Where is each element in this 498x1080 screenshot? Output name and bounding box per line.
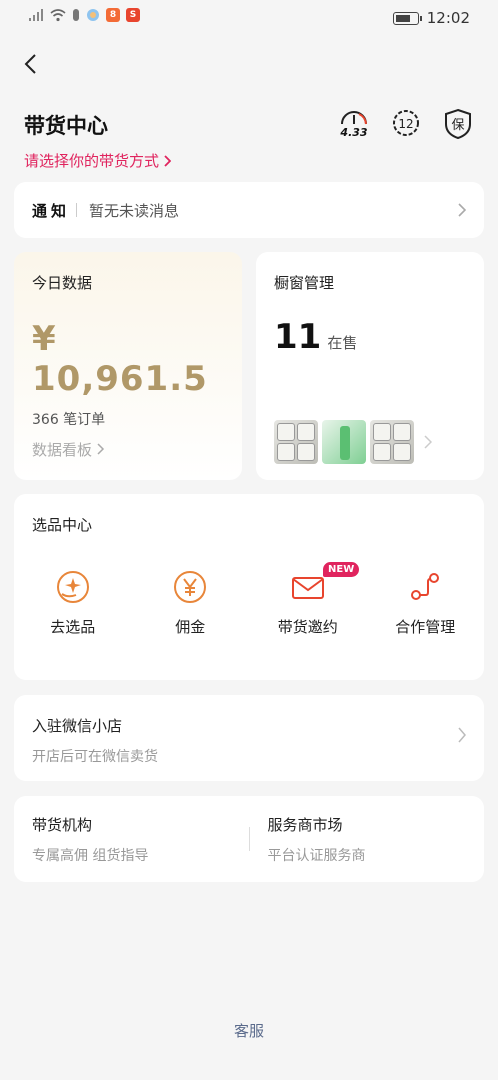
showcase-title: 橱窗管理 bbox=[274, 274, 335, 292]
product-thumbnail[interactable] bbox=[322, 420, 366, 464]
commission-label: 佣金 bbox=[175, 618, 206, 636]
back-button[interactable] bbox=[16, 50, 44, 78]
app-notification-icon-2: S bbox=[126, 8, 140, 22]
chevron-right-icon bbox=[424, 435, 432, 449]
choose-method-label: 请选择你的带货方式 bbox=[24, 152, 160, 170]
chevron-left-icon bbox=[24, 54, 36, 74]
wechat-store-title: 入驻微信小店 bbox=[32, 717, 123, 735]
page-title: 带货中心 bbox=[24, 114, 108, 138]
today-orders: 366 笔订单 bbox=[32, 412, 106, 428]
signal-icon bbox=[29, 9, 43, 21]
score-value: 4.33 bbox=[340, 126, 368, 139]
wechat-store-card[interactable]: 入驻微信小店 开店后可在微信卖货 bbox=[14, 695, 484, 781]
selection-tools: 去选品 佣金 NEW 带货邀约 合作管理 bbox=[14, 562, 485, 637]
speedometer-icon bbox=[341, 111, 367, 125]
chevron-right-icon bbox=[97, 443, 104, 455]
invitation-label: 带货邀约 bbox=[277, 618, 338, 636]
cooperation-management-button[interactable]: 合作管理 bbox=[367, 570, 485, 637]
agency-subtitle: 专属高佣 组货指导 bbox=[32, 847, 149, 864]
select-products-label: 去选品 bbox=[50, 618, 96, 636]
on-sale-count: 11 在售 bbox=[274, 317, 466, 357]
showcase-management-card[interactable]: 橱窗管理 11 在售 bbox=[256, 252, 484, 480]
selection-center-title: 选品中心 bbox=[32, 516, 93, 534]
shield-protect-icon: 保 bbox=[445, 108, 471, 140]
chevron-right-icon bbox=[458, 203, 466, 217]
notice-bar[interactable]: 通知 暂无未读消息 bbox=[14, 182, 484, 238]
wechat-store-subtitle: 开店后可在微信卖货 bbox=[32, 749, 158, 765]
chevron-right-icon bbox=[164, 154, 172, 167]
choose-method-link[interactable]: 请选择你的带货方式 bbox=[24, 150, 172, 171]
product-thumbnail[interactable] bbox=[370, 420, 414, 464]
app-notification-icon: 8 bbox=[106, 8, 120, 22]
header-icons: 4.33 12 保 bbox=[338, 108, 474, 144]
yen-coin-icon bbox=[174, 571, 207, 603]
product-thumbnails bbox=[274, 420, 432, 464]
path-connect-icon bbox=[411, 573, 440, 600]
today-data-title: 今日数据 bbox=[32, 274, 93, 292]
on-sale-number: 11 bbox=[274, 317, 322, 357]
invitation-button[interactable]: NEW 带货邀约 bbox=[249, 562, 367, 637]
product-thumbnail[interactable] bbox=[274, 420, 318, 464]
agency-title: 带货机构 bbox=[32, 815, 93, 834]
score-button[interactable]: 4.33 bbox=[338, 108, 370, 144]
cooperation-management-label: 合作管理 bbox=[395, 618, 456, 636]
wifi-icon bbox=[50, 9, 66, 22]
notice-label: 通知 bbox=[32, 201, 71, 220]
guarantee-button[interactable]: 保 bbox=[442, 108, 474, 144]
agency-services-card: 带货机构 专属高佣 组货指导 服务商市场 平台认证服务商 bbox=[14, 796, 484, 882]
today-amount: ¥ 10,961.5 bbox=[32, 319, 208, 399]
envelope-icon bbox=[291, 577, 324, 599]
battery-icon bbox=[392, 11, 422, 25]
clock: 12:02 bbox=[426, 9, 470, 27]
data-board-link[interactable]: 数据看板 bbox=[32, 439, 105, 460]
badge-12-icon: 12 bbox=[393, 110, 419, 136]
new-badge: NEW bbox=[323, 562, 360, 577]
selection-center-card: 选品中心 去选品 佣金 NEW 带货邀约 合作管理 bbox=[14, 494, 484, 680]
commission-button[interactable]: 佣金 bbox=[132, 570, 250, 637]
chevron-right-icon bbox=[458, 727, 466, 743]
customer-service-link[interactable]: 客服 bbox=[0, 1020, 498, 1041]
svg-text:保: 保 bbox=[451, 118, 464, 133]
nfc-icon bbox=[73, 9, 79, 21]
status-bar: 8 S 12:02 bbox=[0, 0, 498, 36]
agency-entry[interactable]: 带货机构 专属高佣 组货指导 bbox=[14, 814, 249, 865]
hand-star-icon bbox=[56, 571, 89, 603]
select-products-button[interactable]: 去选品 bbox=[14, 570, 132, 637]
service-market-subtitle: 平台认证服务商 bbox=[267, 847, 366, 864]
today-data-card[interactable]: 今日数据 ¥ 10,961.5 366 笔订单 数据看板 bbox=[14, 252, 242, 480]
page-header: 带货中心 请选择你的带货方式 bbox=[24, 110, 172, 171]
svg-text:12: 12 bbox=[398, 117, 413, 131]
notice-message: 暂无未读消息 bbox=[89, 201, 180, 220]
data-board-label: 数据看板 bbox=[32, 441, 93, 459]
on-sale-unit: 在售 bbox=[327, 334, 358, 352]
browser-icon bbox=[87, 9, 99, 21]
level-button[interactable]: 12 bbox=[390, 108, 422, 144]
divider bbox=[76, 203, 78, 217]
service-market-entry[interactable]: 服务商市场 平台认证服务商 bbox=[250, 814, 485, 865]
service-market-title: 服务商市场 bbox=[267, 815, 343, 834]
